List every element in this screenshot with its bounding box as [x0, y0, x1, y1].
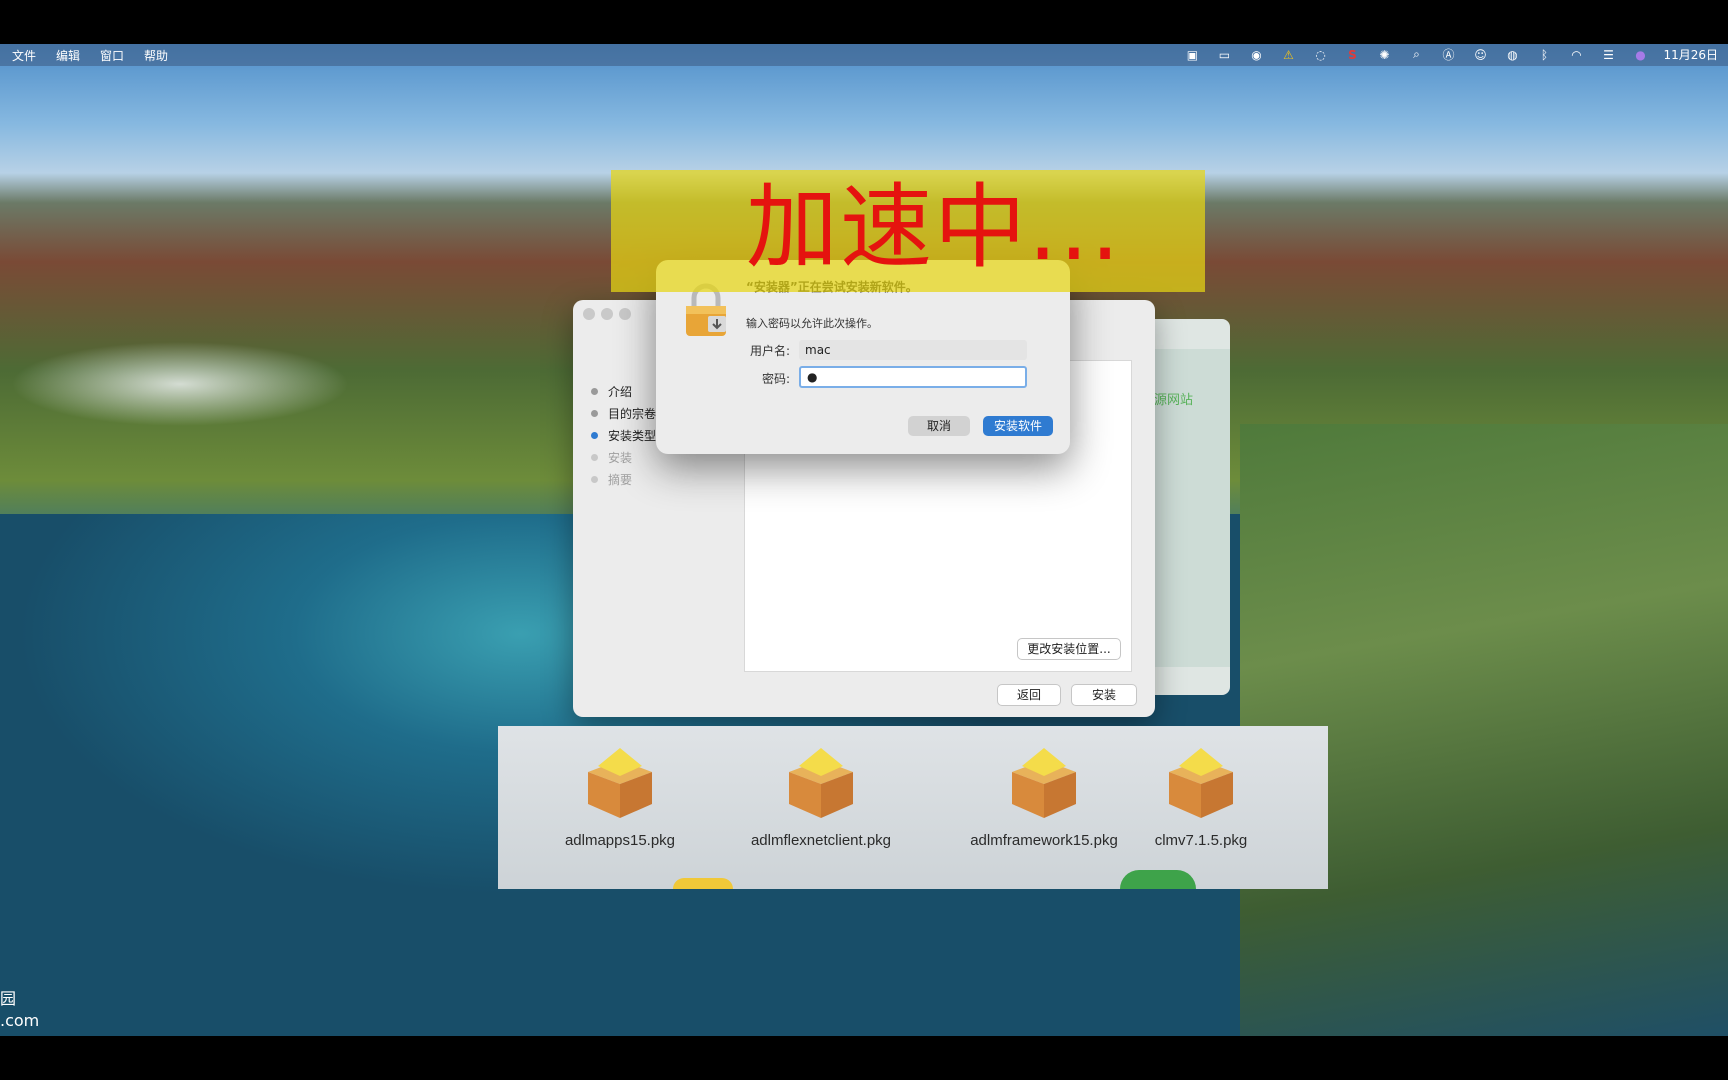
input-method-icon[interactable]: Ⓐ — [1439, 46, 1457, 63]
speed-overlay-text: 加速中... — [746, 174, 1122, 281]
step-destination: 目的宗卷 — [591, 402, 656, 424]
step-summary: 摘要 — [591, 468, 656, 490]
install-button[interactable]: 安装 — [1071, 684, 1137, 706]
menu-window[interactable]: 窗口 — [100, 47, 124, 64]
watermark-line-1: 园 — [0, 989, 17, 1008]
watermark: 园 .com — [0, 988, 39, 1032]
menu-bar: 文件 编辑 窗口 帮助 ▣ ▭ ◉ ⚠ ◌ S ✺ ⌕ Ⓐ ☺ ◍ ᛒ ◠ ☰ … — [0, 44, 1728, 66]
speed-overlay-banner: 加速中... — [611, 170, 1205, 292]
finder-package-panel: adlmapps15.pkg adlmflexnetclient.pkg adl… — [498, 726, 1328, 889]
qq-icon[interactable]: ☺ — [1471, 48, 1489, 62]
aperture-icon[interactable]: ✺ — [1375, 48, 1393, 62]
screen-recorder-icon[interactable]: ▣ — [1183, 48, 1201, 62]
search-icon[interactable]: ⌕ — [1407, 47, 1425, 62]
package-icon — [1169, 748, 1233, 818]
password-field[interactable]: ● — [799, 366, 1027, 388]
auth-subtitle: 输入密码以允许此次操作。 — [746, 317, 878, 330]
change-install-location-button[interactable]: 更改安装位置... — [1017, 638, 1121, 660]
shield-icon[interactable]: ◉ — [1247, 48, 1265, 62]
package-item[interactable]: clmv7.1.5.pkg — [1101, 746, 1301, 849]
step-intro: 介绍 — [591, 380, 656, 402]
package-item[interactable]: adlmflexnetclient.pkg — [721, 746, 921, 849]
partial-package-icon — [673, 878, 733, 889]
wechat-icon[interactable]: ◍ — [1503, 48, 1521, 62]
close-button[interactable] — [583, 308, 595, 320]
siri-icon[interactable]: ● — [1631, 48, 1649, 62]
install-software-button[interactable]: 安装软件 — [983, 416, 1053, 436]
password-label: 密码: — [761, 372, 790, 386]
menubar-date[interactable]: 11月26日 — [1663, 46, 1718, 63]
s-app-icon[interactable]: S — [1343, 48, 1361, 62]
menu-file[interactable]: 文件 — [12, 47, 36, 64]
warning-icon[interactable]: ⚠ — [1279, 48, 1297, 62]
background-window-text: 源网站 — [1154, 393, 1194, 408]
package-label: adlmapps15.pkg — [564, 832, 676, 849]
menu-edit[interactable]: 编辑 — [56, 47, 80, 64]
package-icon — [588, 748, 652, 818]
step-install-type: 安装类型 — [591, 424, 656, 446]
background-window[interactable]: 源网站 — [1150, 319, 1230, 695]
package-icon — [1012, 748, 1076, 818]
zoom-button[interactable] — [619, 308, 631, 320]
control-center-icon[interactable]: ☰ — [1599, 48, 1617, 62]
cancel-button[interactable]: 取消 — [908, 416, 970, 436]
chat-search-icon[interactable]: ◌ — [1311, 48, 1329, 62]
package-icon — [789, 748, 853, 818]
minimize-button[interactable] — [601, 308, 613, 320]
watermark-line-2: .com — [0, 1011, 40, 1030]
package-label: adlmflexnetclient.pkg — [750, 832, 892, 849]
bluetooth-icon[interactable]: ᛒ — [1535, 48, 1553, 62]
package-item[interactable]: adlmapps15.pkg — [520, 746, 720, 849]
back-button[interactable]: 返回 — [997, 684, 1061, 706]
screen-share-icon[interactable]: ▭ — [1215, 48, 1233, 62]
package-label: clmv7.1.5.pkg — [1154, 832, 1248, 849]
partial-app-icon — [1120, 870, 1196, 889]
step-install: 安装 — [591, 446, 656, 468]
wifi-icon[interactable]: ◠ — [1567, 48, 1585, 62]
username-label: 用户名: — [749, 344, 790, 358]
username-field[interactable]: mac — [799, 340, 1027, 360]
installer-steps: 介绍 目的宗卷 安装类型 安装 摘要 — [591, 380, 656, 490]
menu-help[interactable]: 帮助 — [144, 47, 168, 64]
